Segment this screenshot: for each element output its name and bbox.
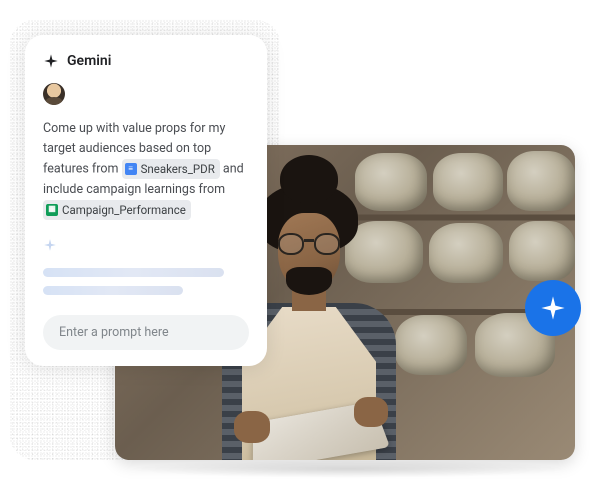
- file-chip-sheets[interactable]: ▦ Campaign_Performance: [43, 200, 191, 220]
- gemini-badge[interactable]: [525, 280, 581, 336]
- photo-shadow: [128, 460, 568, 478]
- photo-bag: [433, 153, 503, 211]
- chip-label: Sneakers_PDR: [141, 160, 215, 178]
- photo-bag: [509, 221, 575, 281]
- prompt-input-placeholder: Enter a prompt here: [59, 325, 169, 340]
- panel-header: Gemini: [43, 53, 249, 69]
- sparkle-icon: [539, 294, 567, 322]
- photo-bag: [429, 223, 503, 283]
- loading-skeleton-line: [43, 286, 183, 295]
- user-prompt: Come up with value props for my target a…: [43, 119, 249, 220]
- photo-bag: [507, 151, 575, 211]
- avatar: [43, 83, 65, 105]
- panel-title: Gemini: [67, 53, 111, 69]
- file-chip-docs[interactable]: ≡ Sneakers_PDR: [122, 159, 220, 179]
- sparkle-icon: [43, 238, 57, 252]
- gemini-panel: Gemini Come up with value props for my t…: [25, 35, 267, 366]
- prompt-input[interactable]: Enter a prompt here: [43, 315, 249, 350]
- loading-skeleton-line: [43, 268, 224, 277]
- docs-icon: ≡: [125, 163, 137, 175]
- sheets-icon: ▦: [46, 204, 58, 216]
- sparkle-icon: [43, 53, 59, 69]
- chip-label: Campaign_Performance: [62, 201, 186, 219]
